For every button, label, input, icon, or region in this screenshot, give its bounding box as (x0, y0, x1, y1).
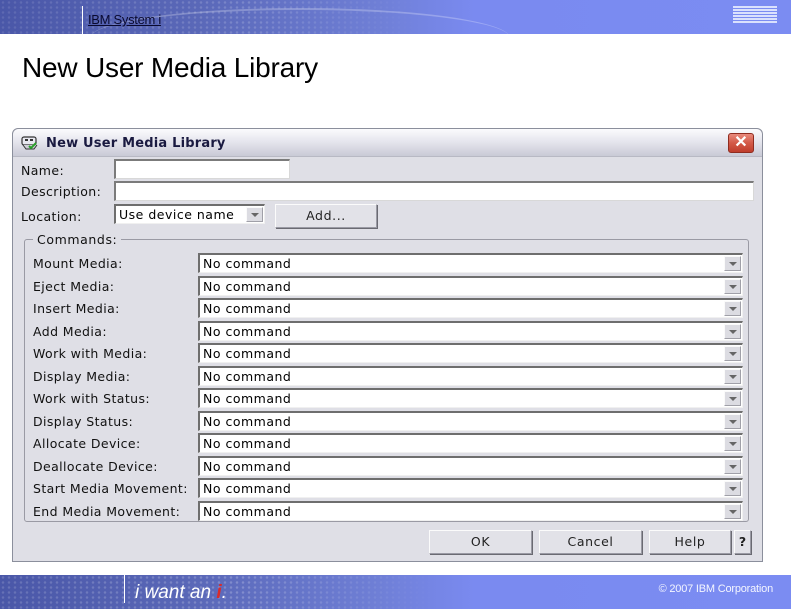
command-label: Work with Media: (33, 346, 148, 361)
location-label: Location: (21, 209, 82, 224)
location-select-value: Use device name (119, 207, 235, 222)
command-label: Work with Status: (33, 391, 150, 406)
chevron-down-icon[interactable] (724, 346, 741, 361)
close-icon: ✕ (734, 134, 748, 151)
command-select-value: No command (203, 278, 292, 294)
help-button[interactable]: Help (649, 530, 731, 554)
command-select-value: No command (203, 301, 292, 316)
cancel-button[interactable]: Cancel (539, 530, 642, 554)
command-select[interactable]: No command (198, 320, 743, 341)
command-select[interactable]: No command (198, 410, 743, 431)
close-button[interactable]: ✕ (728, 133, 754, 153)
command-select[interactable]: No command (198, 253, 743, 273)
dialog-title: New User Media Library (46, 136, 226, 151)
command-label: Add Media: (33, 323, 107, 339)
new-user-media-library-dialog: New User Media Library ✕ Name: Descripti… (12, 128, 763, 562)
command-select-value: No command (203, 323, 292, 339)
chevron-down-icon[interactable] (724, 391, 741, 406)
command-row: Display Media: No command (25, 365, 750, 388)
chevron-down-icon[interactable] (724, 481, 741, 496)
slide: IBM System i New User Media Library New … (0, 0, 791, 609)
description-label: Description: (21, 184, 102, 199)
command-row: Work with Status: No command (25, 388, 750, 410)
command-select-value: No command (203, 503, 292, 519)
command-row: End Media Movement: No command (25, 500, 750, 523)
command-label: Allocate Device: (33, 436, 141, 451)
command-select-value: No command (203, 256, 292, 271)
chevron-down-icon[interactable] (724, 436, 741, 451)
page-title: New User Media Library (22, 52, 318, 83)
command-row: Allocate Device: No command (25, 433, 750, 455)
command-select-value: No command (203, 368, 292, 384)
command-select[interactable]: No command (198, 500, 743, 521)
tagline: i want an i. (135, 582, 227, 604)
command-select[interactable]: No command (198, 388, 743, 408)
command-select[interactable]: No command (198, 298, 743, 318)
footer-divider (124, 575, 125, 603)
command-row: Deallocate Device: No command (25, 455, 750, 478)
command-label: Start Media Movement: (33, 481, 188, 496)
command-label: Deallocate Device: (33, 458, 158, 474)
command-select-value: No command (203, 391, 292, 406)
command-select[interactable]: No command (198, 365, 743, 386)
command-select[interactable]: No command (198, 275, 743, 296)
name-label: Name: (21, 163, 65, 178)
command-row: Insert Media: No command (25, 298, 750, 320)
chevron-down-icon[interactable] (246, 207, 263, 222)
chevron-down-icon[interactable] (724, 368, 741, 384)
copyright: © 2007 IBM Corporation (658, 583, 774, 595)
chevron-down-icon[interactable] (724, 278, 741, 294)
command-select[interactable]: No command (198, 433, 743, 453)
command-label: Insert Media: (33, 301, 120, 316)
command-row: Start Media Movement: No command (25, 478, 750, 500)
command-select[interactable]: No command (198, 343, 743, 363)
command-select[interactable]: No command (198, 455, 743, 476)
command-row: Eject Media: No command (25, 275, 750, 298)
dialog-titlebar[interactable]: New User Media Library ✕ (13, 129, 762, 157)
add-button[interactable]: Add... (275, 204, 377, 228)
header-divider (82, 6, 83, 34)
header-banner: IBM System i (0, 0, 791, 34)
tagline-suffix: . (221, 582, 227, 603)
command-label: Mount Media: (33, 256, 123, 271)
media-library-icon (21, 136, 38, 150)
command-row: Work with Media: No command (25, 343, 750, 365)
context-help-button[interactable]: ? (734, 530, 751, 554)
command-row: Display Status: No command (25, 410, 750, 433)
tagline-prefix: i want an (135, 582, 217, 603)
name-input[interactable] (114, 159, 290, 179)
command-label: Display Status: (33, 413, 134, 429)
command-label: Eject Media: (33, 278, 115, 294)
command-row: Mount Media: No command (25, 253, 750, 275)
command-select-value: No command (203, 346, 292, 361)
command-row: Add Media: No command (25, 320, 750, 343)
chevron-down-icon[interactable] (724, 301, 741, 316)
chevron-down-icon[interactable] (724, 323, 741, 339)
footer-banner: i want an i. © 2007 IBM Corporation (0, 575, 791, 609)
description-input[interactable] (114, 181, 754, 201)
commands-legend: Commands: (33, 232, 122, 247)
commands-group: Commands: Mount Media: No command Eject Me… (24, 232, 750, 523)
command-label: Display Media: (33, 368, 131, 384)
command-select-value: No command (203, 481, 292, 496)
chevron-down-icon[interactable] (724, 458, 741, 474)
location-select[interactable]: Use device name (114, 204, 265, 224)
ok-button[interactable]: OK (429, 530, 532, 554)
command-select-value: No command (203, 436, 292, 451)
command-select-value: No command (203, 458, 292, 474)
ibm-logo-icon (733, 6, 777, 26)
chevron-down-icon[interactable] (724, 256, 741, 271)
command-select-value: No command (203, 413, 292, 429)
command-select[interactable]: No command (198, 478, 743, 498)
system-title: IBM System i (88, 12, 161, 27)
command-label: End Media Movement: (33, 503, 181, 519)
chevron-down-icon[interactable] (724, 503, 741, 519)
chevron-down-icon[interactable] (724, 413, 741, 429)
